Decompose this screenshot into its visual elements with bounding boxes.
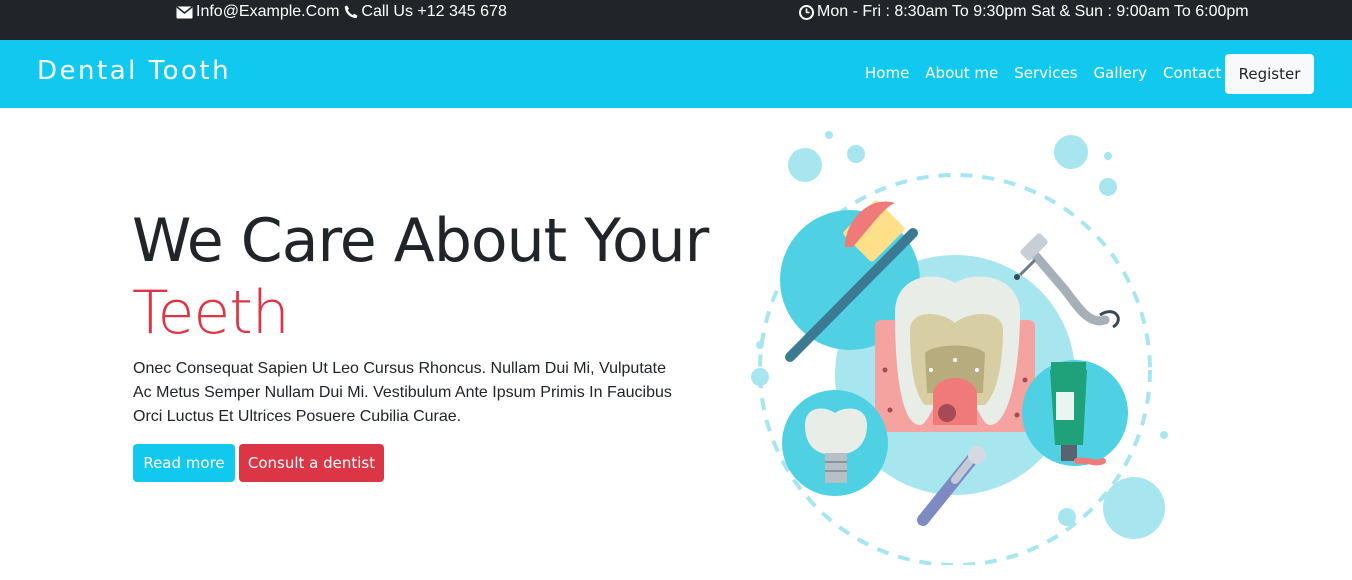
nav-link-about[interactable]: About me <box>925 64 998 82</box>
bubble <box>1058 508 1076 526</box>
bubble <box>1104 152 1112 160</box>
bubble <box>751 368 769 386</box>
bubble <box>756 341 764 349</box>
envelope-icon <box>176 5 193 18</box>
gum-tooth-icon <box>875 276 1035 432</box>
bubble <box>1099 178 1117 196</box>
hero-title: We Care About Your Teeth <box>132 205 709 349</box>
nav-link-services[interactable]: Services <box>1014 64 1077 82</box>
consult-dentist-button[interactable]: Consult a dentist <box>239 444 384 482</box>
hours-text: Mon - Fri : 8:30am To 9:30pm Sat & Sun :… <box>817 3 1249 20</box>
bubble <box>847 145 865 163</box>
hero-description: Onec Consequat Sapien Ut Leo Cursus Rhon… <box>133 360 672 425</box>
bubble <box>1103 477 1165 539</box>
navbar: Dental Tooth Home About me Services Gall… <box>0 40 1352 108</box>
brand-logo[interactable]: Dental Tooth <box>37 56 231 86</box>
nav-link-gallery[interactable]: Gallery <box>1094 64 1147 82</box>
dental-illustration <box>751 131 1168 565</box>
nav-link-home[interactable]: Home <box>865 64 909 82</box>
hours-item: Mon - Fri : 8:30am To 9:30pm Sat & Sun :… <box>799 3 1249 21</box>
bubble <box>825 131 833 139</box>
phone-icon <box>345 5 358 18</box>
nav-links: Home About me Services Gallery Contact <box>865 64 1237 82</box>
read-more-button[interactable]: Read more <box>133 444 235 482</box>
phone-text: Call Us +12 345 678 <box>361 3 507 20</box>
email-text: Info@Example.Com <box>196 3 340 20</box>
bubble <box>1054 135 1088 169</box>
contact-info: Info@Example.Com Call Us +12 345 678 <box>176 3 512 21</box>
clock-icon <box>799 4 814 20</box>
hero-title-line1: We Care About Your <box>132 206 709 276</box>
bubble <box>788 148 822 182</box>
hero-title-line2: Teeth <box>132 278 290 348</box>
bubble <box>1160 431 1168 439</box>
phone-item[interactable]: Call Us +12 345 678 <box>344 3 507 21</box>
opening-hours: Mon - Fri : 8:30am To 9:30pm Sat & Sun :… <box>799 3 1254 21</box>
nav-link-contact[interactable]: Contact <box>1163 64 1221 82</box>
top-info-bar: Info@Example.Com Call Us +12 345 678 Mon… <box>0 0 1352 40</box>
email-item[interactable]: Info@Example.Com <box>176 3 339 21</box>
register-button[interactable]: Register <box>1225 54 1314 94</box>
